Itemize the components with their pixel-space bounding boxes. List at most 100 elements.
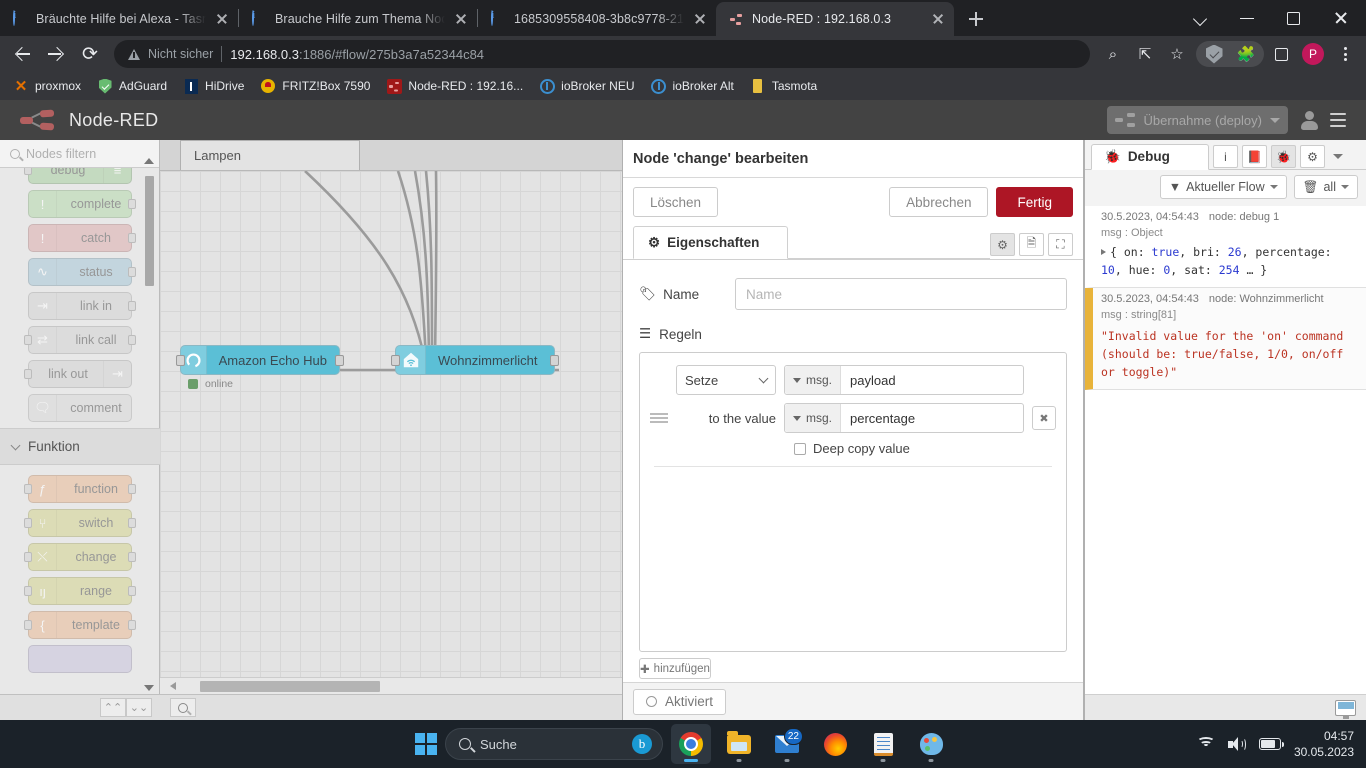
scrollbar-thumb[interactable]: [200, 681, 380, 692]
bookmark-iobroker-alt[interactable]: ioBroker Alt: [644, 75, 741, 97]
scroll-up-icon[interactable]: [144, 158, 154, 164]
palette-node-link-out[interactable]: link out ⇥: [28, 360, 132, 388]
forward-arrow-icon[interactable]: [40, 38, 72, 70]
rule-target-type[interactable]: msg.: [785, 366, 841, 394]
flow-tab-lampen[interactable]: Lampen: [180, 140, 360, 170]
palette-node-switch[interactable]: ⑂ switch: [28, 509, 132, 537]
palette-scrollbar[interactable]: [145, 176, 154, 286]
debug-message[interactable]: 30.5.2023, 04:54:43 node: debug 1 msg : …: [1085, 206, 1366, 288]
palette-group-funktion[interactable]: Funktion: [0, 428, 160, 465]
deep-copy-row[interactable]: Deep copy value: [794, 441, 1056, 456]
share-icon[interactable]: ⇱: [1130, 39, 1160, 69]
puzzle-icon[interactable]: 🧩: [1231, 39, 1261, 69]
filter-flow-button[interactable]: ▼ Aktueller Flow: [1160, 175, 1287, 199]
palette-node-function[interactable]: ƒ function: [28, 475, 132, 503]
cancel-button[interactable]: Abbrechen: [889, 187, 988, 217]
star-icon[interactable]: ☆: [1162, 39, 1192, 69]
taskbar-app-chrome[interactable]: [671, 724, 711, 764]
deep-copy-checkbox[interactable]: [794, 443, 806, 455]
address-bar[interactable]: Nicht sicher 192.168.0.3:1886/#flow/275b…: [114, 40, 1090, 68]
windows-start-icon[interactable]: [415, 733, 437, 755]
side-panel-icon[interactable]: [1266, 39, 1296, 69]
bug-icon[interactable]: 🐞: [1271, 145, 1296, 168]
search-icon[interactable]: [170, 698, 196, 717]
tab-eigenschaften[interactable]: ⚙ Eigenschaften: [633, 226, 788, 259]
flow-node-wohnzimmerlicht[interactable]: Wohnzimmerlicht: [395, 345, 555, 375]
tab-debug[interactable]: 🐞 Debug: [1091, 144, 1209, 170]
bing-icon[interactable]: b: [632, 734, 652, 754]
wifi-icon[interactable]: [1197, 737, 1215, 751]
scroll-down-icon[interactable]: [144, 685, 154, 691]
expand-all-icon[interactable]: ⌄⌄: [126, 698, 152, 717]
close-icon[interactable]: [930, 11, 946, 27]
battery-icon[interactable]: [1259, 738, 1281, 750]
collapse-all-icon[interactable]: ⌃⌃: [100, 698, 126, 717]
close-icon[interactable]: [214, 11, 230, 27]
palette-scroll-area[interactable]: debug ≡ ! complete ! catch ∿ status: [0, 168, 160, 702]
search-input[interactable]: Suche b: [445, 728, 663, 760]
close-icon[interactable]: [453, 11, 469, 27]
chevron-down-icon[interactable]: [1333, 154, 1343, 159]
rule-value-input[interactable]: msg. percentage: [784, 403, 1024, 433]
deploy-button[interactable]: Übernahme (deploy): [1107, 106, 1288, 134]
taskbar-app-mail[interactable]: 22: [767, 724, 807, 764]
debug-message[interactable]: 30.5.2023, 04:54:43 node: Wohnzimmerlich…: [1085, 288, 1366, 390]
palette-node-catch[interactable]: ! catch: [28, 224, 132, 252]
monitor-icon[interactable]: [1335, 700, 1356, 716]
bookmark-tasmota[interactable]: Tasmota: [743, 75, 824, 97]
palette-node-status[interactable]: ∿ status: [28, 258, 132, 286]
maximize-icon[interactable]: [1270, 0, 1316, 36]
add-rule-button[interactable]: ✚ hinzufügen: [639, 658, 711, 679]
palette-node-complete[interactable]: ! complete: [28, 190, 132, 218]
back-arrow-icon[interactable]: [6, 38, 38, 70]
enable-toggle-button[interactable]: Aktiviert: [633, 689, 726, 715]
new-tab-button[interactable]: [958, 2, 992, 36]
drag-handle-icon[interactable]: [650, 413, 668, 423]
hamburger-menu-icon[interactable]: [1330, 113, 1352, 128]
palette-node-template[interactable]: { template: [28, 611, 132, 639]
browser-tab-active[interactable]: Node-RED : 192.168.0.3: [716, 2, 954, 36]
bookmark-proxmox[interactable]: ✕ proxmox: [6, 75, 88, 97]
taskbar-app-notepad[interactable]: [863, 724, 903, 764]
taskbar-app-paint[interactable]: [911, 724, 951, 764]
done-button[interactable]: Fertig: [996, 187, 1073, 217]
palette-node-comment[interactable]: 🗨 comment: [28, 394, 132, 422]
taskbar-app-file-explorer[interactable]: [719, 724, 759, 764]
gear-icon[interactable]: ⚙: [1300, 145, 1325, 168]
expand-arrow-icon[interactable]: [1101, 249, 1106, 255]
rule-action-select[interactable]: Setze: [676, 365, 776, 395]
taskbar-app-firefox[interactable]: [815, 724, 855, 764]
palette-node-link-in[interactable]: ⇥ link in: [28, 292, 132, 320]
rule-target-input[interactable]: msg. payload: [784, 365, 1024, 395]
volume-icon[interactable]: [1228, 737, 1246, 751]
name-input[interactable]: Name: [735, 278, 1067, 310]
reload-icon[interactable]: ⟳: [74, 38, 106, 70]
description-icon[interactable]: 🗎: [1019, 233, 1044, 256]
bookmark-nodered[interactable]: Node-RED : 192.16...: [379, 75, 530, 97]
book-icon[interactable]: 📕: [1242, 145, 1267, 168]
debug-payload[interactable]: "Invalid value for the 'on' command (sho…: [1101, 327, 1358, 382]
flow-canvas[interactable]: Lampen: [160, 140, 622, 720]
palette-filter-input[interactable]: Nodes filtern: [0, 140, 159, 168]
tab-search-icon[interactable]: [1178, 0, 1224, 36]
kebab-menu-icon[interactable]: [1330, 39, 1360, 69]
flow-node-amazon-echo-hub[interactable]: Amazon Echo Hub: [180, 345, 340, 375]
delete-button[interactable]: Löschen: [633, 187, 718, 217]
minimize-icon[interactable]: [1224, 0, 1270, 36]
debug-message-list[interactable]: 30.5.2023, 04:54:43 node: debug 1 msg : …: [1085, 206, 1366, 696]
appearance-icon[interactable]: ⛶: [1048, 233, 1073, 256]
zoom-out-icon[interactable]: ⌕: [1098, 39, 1128, 69]
user-icon[interactable]: [1298, 109, 1320, 131]
info-icon[interactable]: i: [1213, 145, 1238, 168]
canvas-horizontal-scrollbar[interactable]: [160, 677, 622, 694]
close-icon[interactable]: [692, 11, 708, 27]
scroll-left-icon[interactable]: [170, 682, 176, 690]
palette-node-range[interactable]: ıȷ range: [28, 577, 132, 605]
gear-icon[interactable]: ⚙: [990, 233, 1015, 256]
browser-tab[interactable]: Brauche Hilfe zum Thema NodeR: [239, 2, 477, 36]
palette-node-change[interactable]: ⤬ change: [28, 543, 132, 571]
rule-value-type[interactable]: msg.: [785, 404, 841, 432]
palette-node-debug[interactable]: debug ≡: [28, 168, 132, 184]
avatar[interactable]: P: [1298, 39, 1328, 69]
browser-tab[interactable]: Bräuchte Hilfe bei Alexa - Tasmot: [0, 2, 238, 36]
